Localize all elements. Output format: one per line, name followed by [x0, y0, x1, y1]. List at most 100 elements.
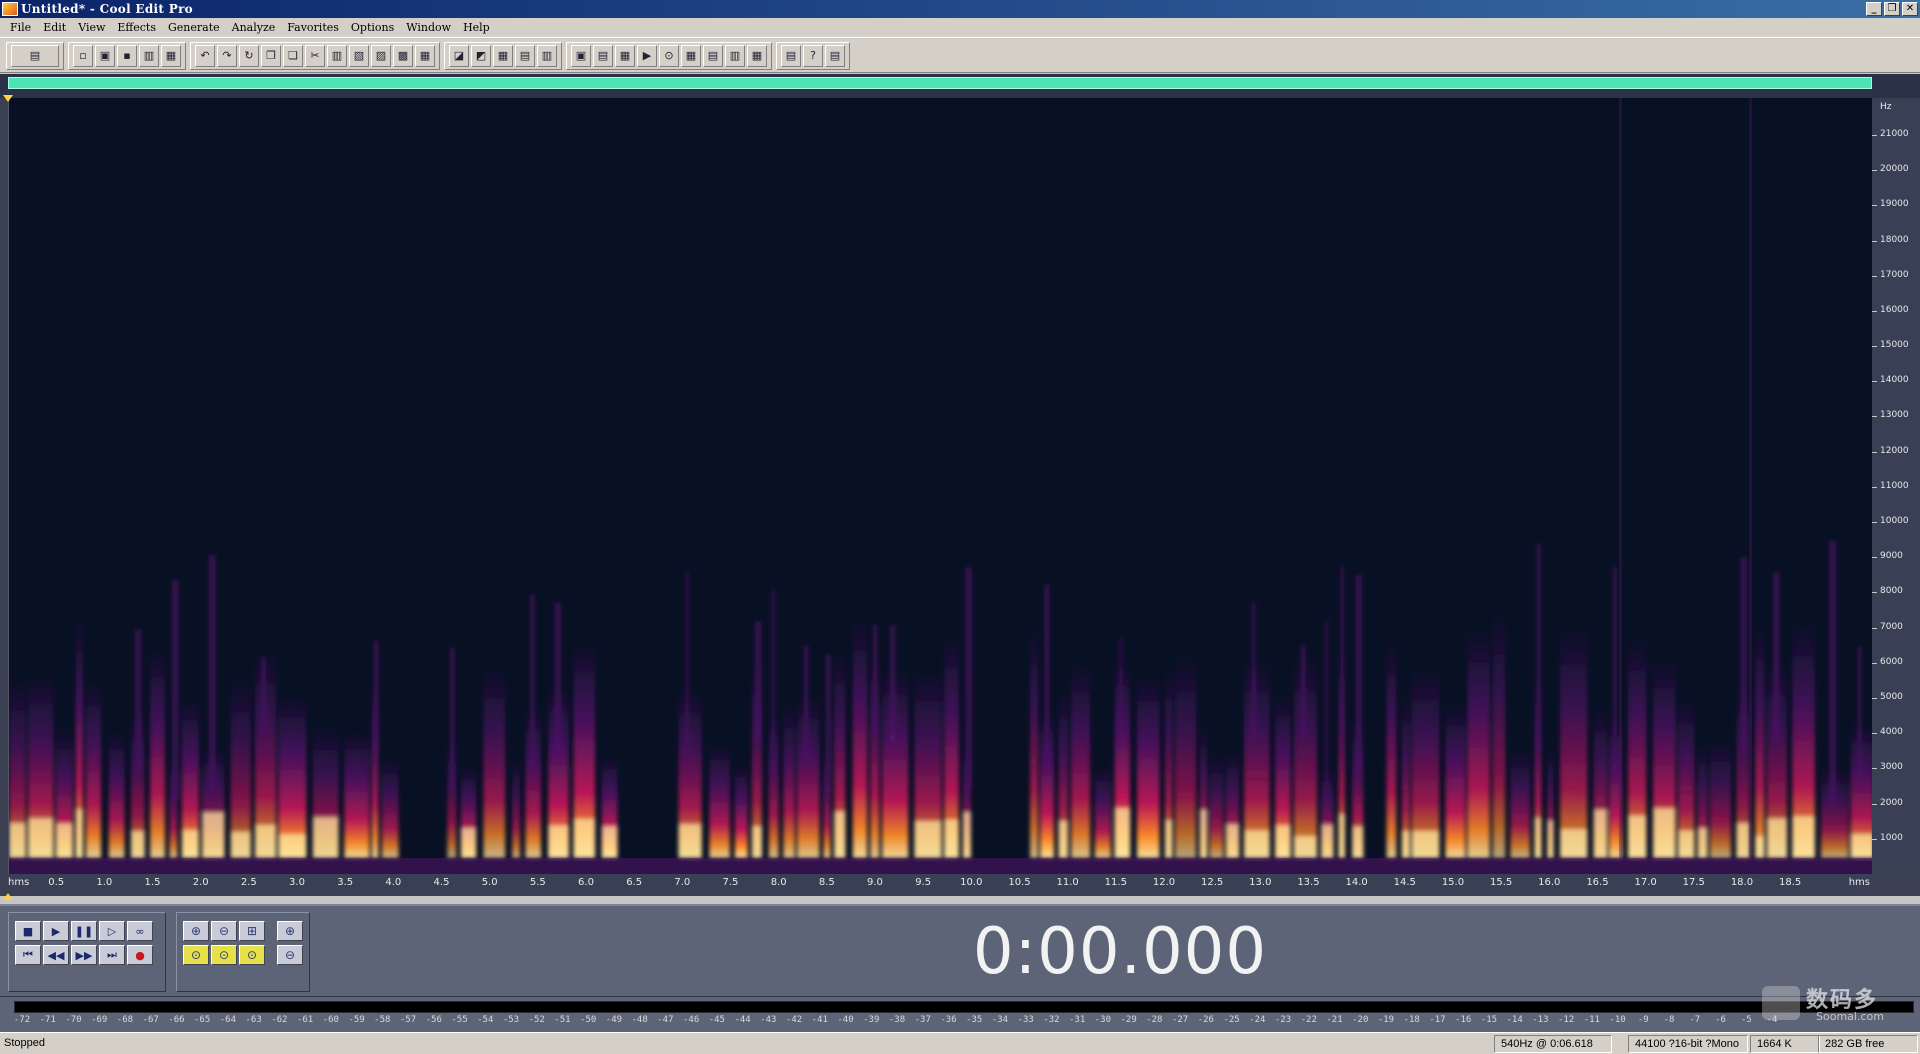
- frequency-tick: [1872, 205, 1877, 207]
- insert-mix-button[interactable]: ▦: [415, 44, 435, 67]
- play-button[interactable]: ▶: [637, 44, 657, 67]
- frequency-button[interactable]: ⊙: [659, 44, 679, 67]
- overview-bar[interactable]: [0, 74, 1920, 98]
- frequency-tick-label: 1000: [1880, 832, 1903, 843]
- waveform-view-button[interactable]: ▦: [747, 44, 767, 67]
- play-to-end-button[interactable]: ▷: [99, 921, 125, 941]
- zoom-out-vertical-button[interactable]: ⊖: [277, 945, 303, 965]
- menu-generate[interactable]: Generate: [162, 21, 226, 34]
- app-icon[interactable]: [2, 2, 18, 16]
- menu-effects[interactable]: Effects: [111, 21, 162, 34]
- copy-button[interactable]: ❐: [261, 44, 281, 67]
- cut-button[interactable]: ✂: [305, 44, 325, 67]
- zoom-out-horizontal-button[interactable]: ⊖: [211, 921, 237, 941]
- frequency-tick: [1872, 381, 1877, 383]
- meter-tick-label: -56: [425, 1015, 442, 1025]
- batch-button[interactable]: ▤: [703, 44, 723, 67]
- sample-rate-button[interactable]: ▦: [681, 44, 701, 67]
- paste-button[interactable]: ▥: [327, 44, 347, 67]
- pause-button[interactable]: ❚❚: [71, 921, 97, 941]
- frequency-tick: [1872, 275, 1877, 277]
- menu-favorites[interactable]: Favorites: [281, 21, 345, 34]
- menu-options[interactable]: Options: [345, 21, 400, 34]
- copy-to-new-button[interactable]: ❏: [283, 44, 303, 67]
- meter-tick-label: -39: [863, 1015, 880, 1025]
- start-marker-bottom[interactable]: [3, 893, 13, 900]
- level-meter-bar[interactable]: [14, 1001, 1914, 1013]
- redo-button[interactable]: ↷: [217, 44, 237, 67]
- grid-button[interactable]: ▦: [493, 44, 513, 67]
- zoom-to-selection-button[interactable]: ⊙: [239, 945, 265, 965]
- overview-visible-range[interactable]: [8, 77, 1872, 89]
- watermark: 数码多 Soomal.com: [1762, 982, 1912, 1028]
- menu-file[interactable]: File: [4, 21, 37, 34]
- stop-button[interactable]: ■: [15, 921, 41, 941]
- menu-window[interactable]: Window: [400, 21, 457, 34]
- title-bar[interactable]: Untitled* - Cool Edit Pro _ ❐ ✕: [0, 0, 1920, 18]
- save-button[interactable]: ▪: [117, 44, 137, 67]
- maximize-button[interactable]: ❐: [1884, 2, 1900, 16]
- wave-view-button[interactable]: ▤: [11, 44, 59, 67]
- meter-tick-label: -52: [528, 1015, 545, 1025]
- meter-tick-label: -72: [13, 1015, 31, 1025]
- help-button[interactable]: ▤: [825, 44, 845, 67]
- grid-alt-button[interactable]: ▤: [515, 44, 535, 67]
- loop-button[interactable]: ∞: [127, 921, 153, 941]
- menu-edit[interactable]: Edit: [37, 21, 72, 34]
- paste-icon: ▥: [331, 49, 343, 62]
- fast-forward-button[interactable]: ▶▶: [71, 945, 97, 965]
- rewind-button[interactable]: ◀◀: [43, 945, 69, 965]
- meter-tick-label: -41: [811, 1015, 828, 1025]
- menu-view[interactable]: View: [72, 21, 111, 34]
- paste-new-button[interactable]: ▧: [349, 44, 369, 67]
- time-tick-label: 9.0: [867, 877, 883, 888]
- menu-help[interactable]: Help: [457, 21, 496, 34]
- undo-button[interactable]: ↶: [195, 44, 215, 67]
- time-tick-label: 2.0: [192, 877, 209, 888]
- insert-button[interactable]: ▩: [393, 44, 413, 67]
- spectral-view-button[interactable]: ▥: [725, 44, 745, 67]
- zoom-to-left-button[interactable]: ⊙: [183, 945, 209, 965]
- save-icon: ▪: [123, 49, 131, 62]
- settings-button[interactable]: ▤: [781, 44, 801, 67]
- repeat-button[interactable]: ↻: [239, 44, 259, 67]
- envelope-button[interactable]: ◪: [449, 44, 469, 67]
- mix-paste-button[interactable]: ▨: [371, 44, 391, 67]
- cue-list-button[interactable]: ▣: [571, 44, 591, 67]
- meter-tick-label: -25: [1223, 1015, 1240, 1025]
- zoom-full-button[interactable]: ⊞: [239, 921, 265, 941]
- time-tick-label: 8.5: [818, 877, 835, 888]
- meter-tick-label: -30: [1094, 1015, 1112, 1025]
- minimize-button[interactable]: _: [1866, 2, 1882, 16]
- meter-tick-label: -8: [1663, 1015, 1675, 1025]
- frequency-tick-label: 11000: [1880, 480, 1909, 491]
- zoom-in-vertical-button[interactable]: ⊕: [277, 921, 303, 941]
- close-button[interactable]: ✕: [1902, 2, 1918, 16]
- zoom-in-horizontal-button[interactable]: ⊕: [183, 921, 209, 941]
- snap-button[interactable]: ▥: [537, 44, 557, 67]
- go-to-start-button[interactable]: ⏮: [15, 945, 41, 965]
- spectral-view[interactable]: [8, 98, 1872, 874]
- open-file-button[interactable]: ▣: [95, 44, 115, 67]
- close-file-button[interactable]: ▦: [161, 44, 181, 67]
- frequency-tick-label: 2000: [1880, 797, 1903, 808]
- frequency-tick: [1872, 346, 1877, 348]
- edit-tool-button[interactable]: ?: [803, 44, 823, 67]
- record-button[interactable]: ●: [127, 945, 153, 965]
- new-file-button[interactable]: ▫: [73, 44, 93, 67]
- save-as-button[interactable]: ▥: [139, 44, 159, 67]
- info-button[interactable]: ▦: [615, 44, 635, 67]
- toolbar-group-6: ▤? ▤: [776, 41, 850, 70]
- play-list-button[interactable]: ▤: [593, 44, 613, 67]
- frequency-ruler[interactable]: Hz 21000 20000 19000 18000 17000 16000 15000 140…: [1872, 98, 1920, 874]
- go-to-end-button[interactable]: ⏭: [99, 945, 125, 965]
- play-button[interactable]: ▶: [43, 921, 69, 941]
- frequency-tick: [1872, 557, 1877, 559]
- marker-button[interactable]: ◩: [471, 44, 491, 67]
- format-status: 44100 ?16-bit ?Mono: [1628, 1035, 1748, 1053]
- time-ruler[interactable]: hms 0.5 1.0 1.5 2.0 2.5 3.0 3.5 4.0 4.5 5.0 5.5 6.0 6…: [8, 874, 1872, 896]
- start-marker-top[interactable]: [3, 95, 13, 102]
- cue-list-icon: ▣: [575, 49, 587, 62]
- menu-analyze[interactable]: Analyze: [226, 21, 282, 34]
- zoom-to-right-button[interactable]: ⊙: [211, 945, 237, 965]
